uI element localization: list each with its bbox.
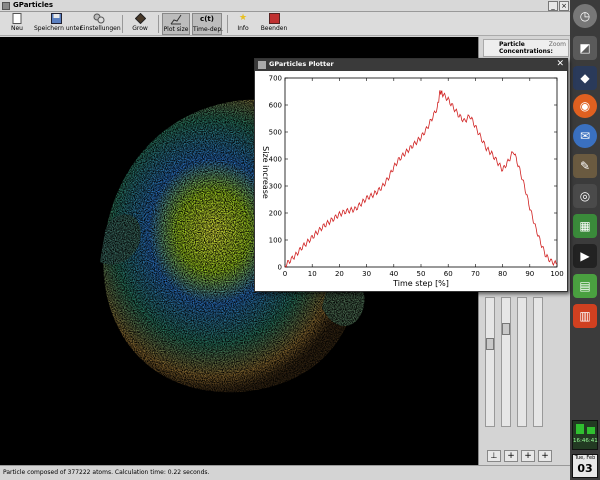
new-file-icon — [11, 13, 23, 24]
y-axis-label: Size increase — [261, 146, 270, 199]
plotter-app-icon — [258, 61, 266, 69]
plot-frame — [284, 77, 558, 268]
toolbar: Neu Speichern unter Einstellungen Grow P… — [0, 12, 570, 36]
firefox-icon[interactable]: ◉ — [573, 94, 597, 118]
quit-icon — [268, 13, 280, 24]
slider-handle[interactable] — [502, 323, 510, 335]
x-tick-label: 80 — [498, 270, 507, 278]
clock-icon[interactable]: ◷ — [573, 4, 597, 28]
axis-button-2[interactable]: + — [504, 450, 518, 462]
gimp-icon[interactable]: ✎ — [573, 154, 597, 178]
axis-button-4[interactable]: + — [538, 450, 552, 462]
slider-handle[interactable] — [486, 338, 494, 350]
network-icon[interactable]: ◩ — [573, 36, 597, 60]
taskbar: ◷ ◩ ◆ ◉ ✉ ✎ ◎ ▦ ▶ ▤ ▥ 16:46:41 Tue, Feb … — [570, 0, 600, 480]
mem-meter — [587, 427, 595, 434]
new-button[interactable]: Neu — [4, 13, 30, 35]
plotter-title: GParticles Plotter — [269, 60, 334, 68]
minimize-button[interactable]: _ — [548, 1, 558, 11]
clock-time: 16:46:41 — [573, 438, 598, 444]
save-icon — [50, 13, 62, 24]
vertical-slider-1[interactable] — [485, 297, 495, 427]
x-tick-label: 100 — [550, 270, 563, 278]
app-icon — [2, 2, 10, 10]
quit-button[interactable]: Beenden — [258, 13, 290, 35]
settings-button[interactable]: Einstellungen — [80, 13, 121, 35]
grow-button[interactable]: Grow — [127, 12, 153, 35]
toolbar-separator — [122, 15, 123, 33]
system-monitor: 16:46:41 — [572, 420, 598, 450]
axis-button-3[interactable]: + — [521, 450, 535, 462]
y-tick-label: 200 — [269, 210, 282, 218]
calendar-day: Tue, Feb — [574, 455, 596, 461]
x-tick-label: 50 — [417, 270, 426, 278]
x-tick-label: 70 — [471, 270, 480, 278]
axis-button-1[interactable]: ⊥ — [487, 450, 501, 462]
plot-size-icon — [170, 14, 182, 25]
x-tick-label: 10 — [308, 270, 317, 278]
y-tick-label: 600 — [269, 102, 282, 110]
satellite-icon[interactable]: ◆ — [573, 66, 597, 90]
y-tick-label: 700 — [269, 75, 282, 83]
info-star-icon: ★ — [238, 13, 248, 23]
line-chart: 0 10 20 30 40 50 60 70 80 90 100010020030040050060… — [261, 75, 564, 289]
plotter-window[interactable]: GParticles Plotter ✕ 0 10 20 30 40 50 60 70 80 90… — [254, 58, 568, 292]
y-tick-label: 0 — [278, 264, 282, 272]
spreadsheet-icon[interactable]: ▤ — [573, 274, 597, 298]
presentation-icon[interactable]: ▥ — [573, 304, 597, 328]
statusbar: Particle composed of 377222 atoms. Calcu… — [0, 465, 570, 480]
video-icon[interactable]: ▶ — [573, 244, 597, 268]
plotter-close-icon[interactable]: ✕ — [556, 59, 564, 69]
x-tick-label: 40 — [389, 270, 398, 278]
calendar-widget[interactable]: Tue, Feb 03 — [572, 454, 598, 478]
camera-icon[interactable]: ◎ — [573, 184, 597, 208]
thunderbird-icon[interactable]: ✉ — [573, 124, 597, 148]
status-text: Particle composed of 377222 atoms. Calcu… — [3, 469, 210, 476]
x-tick-label: 0 — [283, 270, 287, 278]
calendar-date: 03 — [577, 462, 593, 475]
plotter-titlebar[interactable]: GParticles Plotter ✕ — [255, 59, 567, 71]
titlebar: GParticles _ × — [0, 0, 570, 12]
vertical-slider-4[interactable] — [533, 297, 543, 427]
cpu-meter — [576, 424, 584, 434]
vertical-slider-3[interactable] — [517, 297, 527, 427]
settings-icon — [93, 13, 105, 24]
zoom-label: Zoom — [548, 41, 566, 48]
concentrations-header: Particle Concentrations: Zoom — [483, 39, 569, 57]
windows-icon[interactable]: ▦ — [573, 214, 597, 238]
plot-area: 0 10 20 30 40 50 60 70 80 90 100 0 100 200 300 400 500 60… — [255, 71, 567, 291]
toolbar-separator — [158, 15, 159, 33]
x-tick-label: 90 — [525, 270, 534, 278]
y-tick-label: 100 — [269, 237, 282, 245]
window-title: GParticles — [13, 1, 54, 9]
info-button[interactable]: ★ Info — [232, 13, 254, 35]
x-tick-label: 30 — [362, 270, 371, 278]
grow-icon — [134, 12, 146, 25]
time-dep-button[interactable]: c(t) Time-dep. — [192, 13, 223, 35]
x-tick-label: 20 — [335, 270, 344, 278]
plot-size-button[interactable]: Plot size — [162, 13, 190, 35]
x-tick-label: 60 — [444, 270, 453, 278]
y-tick-label: 500 — [269, 129, 282, 137]
save-as-button[interactable]: Speichern unter — [34, 13, 82, 35]
toolbar-separator — [227, 15, 228, 33]
vertical-slider-2[interactable] — [501, 297, 511, 427]
close-button[interactable]: × — [559, 1, 569, 11]
x-axis-label: Time step [%] — [392, 279, 449, 288]
c-of-t-icon: c(t) — [200, 15, 214, 23]
